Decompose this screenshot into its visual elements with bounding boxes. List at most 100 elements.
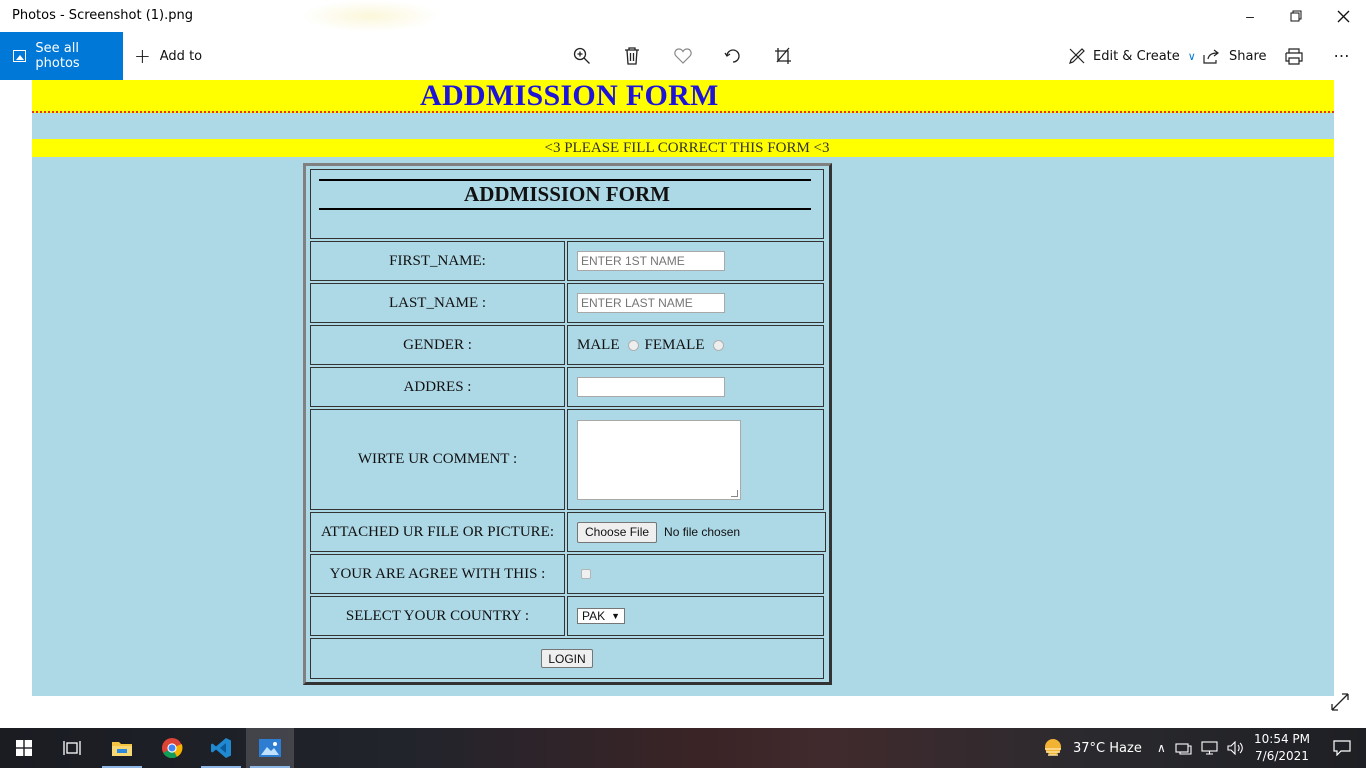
admission-page: ADDMISSION FORM <3 PLEASE FILL CORRECT T…: [32, 80, 1334, 696]
weather-widget[interactable]: 37°C Haze: [1042, 728, 1142, 768]
expand-view-button[interactable]: [1330, 692, 1354, 716]
zoom-button[interactable]: [570, 44, 594, 68]
share-button[interactable]: Share: [1203, 32, 1267, 80]
favorite-button[interactable]: [671, 44, 695, 68]
crop-button[interactable]: [771, 44, 795, 68]
edit-create-icon: [1069, 48, 1085, 64]
add-to-label: Add to: [159, 48, 203, 64]
rotate-button[interactable]: [721, 44, 745, 68]
last-name-label: LAST_NAME :: [388, 294, 487, 311]
gender-label: GENDER :: [403, 336, 472, 353]
vscode-icon: [211, 738, 231, 758]
see-all-photos-button[interactable]: See all photos: [0, 32, 123, 80]
gender-label-cell: GENDER :: [310, 325, 565, 365]
taskbar-clock[interactable]: 10:54 PM 7/6/2021: [1252, 731, 1312, 765]
photos-icon: [13, 50, 27, 62]
country-field-cell: PAK ▼: [567, 596, 824, 636]
choose-file-button[interactable]: Choose File: [577, 521, 658, 543]
first-name-label: FIRST_NAME:: [389, 252, 486, 269]
haze-weather-icon: [1045, 739, 1061, 756]
edit-create-button[interactable]: Edit & Create ∨: [1069, 32, 1196, 80]
last-name-label-cell: LAST_NAME :: [310, 283, 565, 323]
last-name-input[interactable]: [577, 293, 725, 313]
gender-radio-female[interactable]: [712, 339, 724, 351]
chrome-icon: [162, 738, 183, 759]
gender-radio-male[interactable]: [627, 339, 639, 351]
file-explorer-button[interactable]: [98, 728, 146, 768]
system-tray: ∧: [1157, 728, 1244, 768]
page-title: ADDMISSION FORM: [420, 80, 719, 112]
photos-icon: [259, 739, 281, 757]
print-icon: [1285, 47, 1303, 65]
minimize-icon: –: [1246, 8, 1254, 24]
minimize-button[interactable]: –: [1227, 0, 1273, 32]
first-name-field-cell: [567, 241, 824, 281]
comment-label-cell: WIRTE UR COMMENT :: [310, 409, 565, 510]
comment-label: WIRTE UR COMMENT :: [357, 451, 518, 467]
vscode-button[interactable]: [197, 728, 245, 768]
file-explorer-icon: [112, 742, 132, 756]
form-header-cell: ADDMISSION FORM: [310, 169, 824, 239]
first-name-input[interactable]: [577, 251, 725, 271]
chrome-button[interactable]: [148, 728, 196, 768]
task-view-icon: [63, 741, 81, 755]
agree-checkbox[interactable]: [581, 569, 591, 579]
title-band: ADDMISSION FORM: [32, 80, 1334, 113]
crop-icon: [775, 47, 791, 64]
close-button[interactable]: [1320, 0, 1366, 32]
delete-button[interactable]: [620, 44, 644, 68]
address-field-cell: [567, 367, 824, 407]
admission-form: ADDMISSION FORM FIRST_NAME: LAST_NAME : …: [303, 163, 832, 685]
display-icon[interactable]: [1201, 741, 1218, 755]
form-heading: ADDMISSION FORM: [464, 182, 670, 206]
gender-option-male-label: MALE: [577, 336, 620, 353]
share-icon: [1203, 49, 1219, 64]
restore-icon: [1290, 10, 1302, 22]
start-button[interactable]: [0, 728, 48, 768]
photos-toolbar: See all photos + Add to Edit & Create ∨ …: [0, 32, 1366, 80]
restore-button[interactable]: [1273, 0, 1319, 32]
more-button[interactable]: ⋯: [1330, 44, 1354, 68]
window-title-bar: Photos - Screenshot (1).png –: [0, 0, 1366, 32]
file-label-cell: ATTACHED UR FILE OR PICTURE:: [310, 512, 565, 552]
see-all-photos-label: See all photos: [35, 41, 80, 71]
file-label: ATTACHED UR FILE OR PICTURE:: [321, 523, 554, 540]
country-label-cell: SELECT YOUR COUNTRY :: [310, 596, 565, 636]
action-center-button[interactable]: [1318, 728, 1366, 768]
volume-icon[interactable]: [1227, 741, 1244, 755]
print-button[interactable]: [1282, 44, 1306, 68]
address-input[interactable]: [577, 377, 725, 397]
favorite-icon: [674, 48, 692, 64]
windows-start-icon: [16, 740, 32, 756]
login-button[interactable]: LOGIN: [541, 649, 593, 668]
window-title: Photos - Screenshot (1).png: [12, 8, 193, 23]
submit-cell: LOGIN: [310, 638, 824, 679]
agree-label: YOUR ARE AGREE WITH THIS :: [329, 565, 546, 582]
gender-field-cell: MALE FEMALE: [567, 325, 824, 365]
show-hidden-icons-icon[interactable]: ∧: [1157, 741, 1166, 755]
file-status: No file chosen: [664, 525, 741, 539]
file-field-cell: Choose File No file chosen: [567, 512, 826, 552]
notifications-icon: [1333, 740, 1351, 756]
add-to-button[interactable]: + Add to: [134, 32, 202, 80]
comment-textarea[interactable]: [577, 419, 741, 500]
address-label: ADDRES :: [403, 378, 472, 395]
gender-option-female-label: FEMALE: [644, 336, 705, 353]
expand-icon: [1331, 693, 1349, 711]
last-name-field-cell: [567, 283, 824, 323]
edit-create-label: Edit & Create: [1093, 48, 1180, 64]
more-icon: ⋯: [1333, 48, 1351, 65]
share-label: Share: [1229, 48, 1267, 64]
weather-text: 37°C Haze: [1073, 740, 1142, 756]
country-label: SELECT YOUR COUNTRY :: [345, 607, 530, 624]
photos-app-button[interactable]: [246, 728, 294, 768]
chevron-down-icon: ∨: [1187, 49, 1196, 63]
agree-field-cell: [567, 554, 824, 594]
country-select[interactable]: PAK ▼: [577, 608, 626, 624]
rotate-icon: [724, 49, 740, 63]
country-selected-value: PAK: [582, 609, 606, 623]
network-icon[interactable]: [1175, 741, 1192, 755]
task-view-button[interactable]: [48, 728, 96, 768]
zoom-icon: [573, 47, 590, 64]
delete-icon: [625, 47, 639, 65]
